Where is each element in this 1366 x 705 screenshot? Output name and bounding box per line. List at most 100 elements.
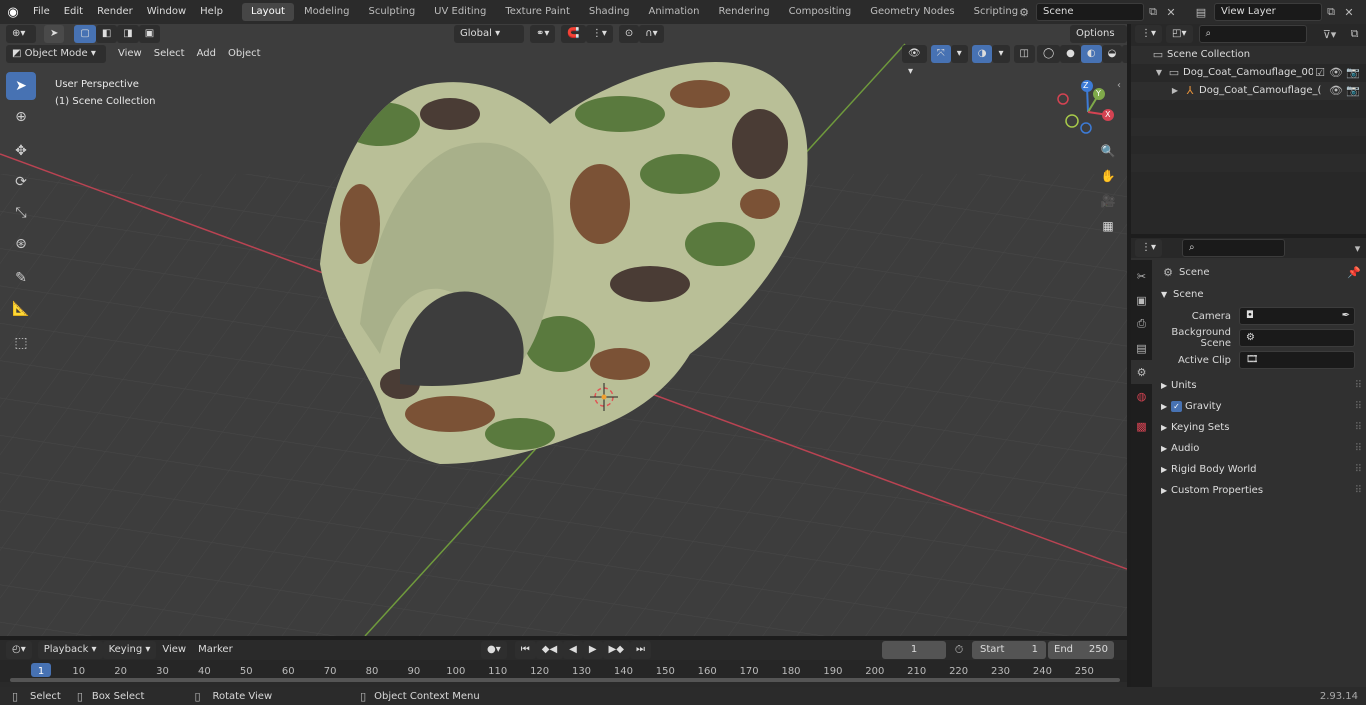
outliner-search-input[interactable]: ⌕ [1198, 25, 1307, 43]
snap-icon[interactable]: 🧲 [561, 25, 586, 43]
pivot-point-icon[interactable]: ⚭▾ [530, 25, 556, 43]
proportional-edit-icon[interactable]: ⊙ [618, 25, 640, 43]
record-icon[interactable]: ●▾ [481, 641, 507, 659]
scene-tab-icon[interactable]: ⚙ [1131, 360, 1152, 384]
outliner-row-scene-collection[interactable]: ▭ Scene Collection [1131, 46, 1366, 64]
tab-geometry-nodes[interactable]: Geometry Nodes [861, 3, 963, 21]
filter-icon[interactable]: ⊽▾ [1315, 28, 1345, 41]
prev-keyframe-icon[interactable]: ◆◀ [535, 641, 564, 659]
pin-icon[interactable]: 📌 [1346, 266, 1362, 279]
editor-type-icon[interactable]: ⊕▾ [6, 25, 36, 43]
menu-help[interactable]: Help [193, 0, 230, 24]
orientation-dropdown[interactable]: Global ▾ [454, 25, 524, 43]
gravity-panel-header[interactable]: ▶ ✓ Gravity ⠿ [1155, 396, 1362, 417]
blender-logo-icon[interactable]: ◉ [0, 5, 26, 20]
view-layer-tab-icon[interactable]: ▤ [1131, 336, 1152, 360]
mode-dropdown[interactable]: ◩ Object Mode ▾ [6, 45, 106, 63]
background-scene-field[interactable]: ⚙ [1239, 329, 1355, 347]
material-shading-icon[interactable]: ◐ [1080, 45, 1102, 63]
start-frame-field[interactable]: Start 1 [972, 641, 1046, 659]
active-tool-icon[interactable]: ➤ [44, 25, 65, 43]
falloff-icon[interactable]: ∩▾ [639, 25, 664, 43]
marker-menu[interactable]: Marker [192, 641, 239, 659]
expand-arrow-icon[interactable]: ▶ [1169, 82, 1181, 100]
play-reverse-icon[interactable]: ◀ [563, 641, 583, 659]
custom-properties-panel-header[interactable]: ▶ Custom Properties ⠿ [1155, 480, 1362, 501]
view-layer-field[interactable]: View Layer [1214, 3, 1322, 21]
tab-layout[interactable]: Layout [241, 3, 294, 21]
tab-uv-editing[interactable]: UV Editing [425, 3, 495, 21]
wireframe-shading-icon[interactable]: ◯ [1036, 45, 1061, 63]
drag-handle-icon[interactable]: ⠿ [1355, 396, 1362, 417]
overlay-menu-icon[interactable]: ▾ [992, 45, 1010, 63]
scene-name-field[interactable]: Scene [1036, 3, 1144, 21]
output-tab-icon[interactable]: ⎙ [1131, 312, 1152, 336]
menu-object[interactable]: Object [222, 45, 267, 63]
tab-animation[interactable]: Animation [640, 3, 709, 21]
visibility-icon[interactable]: 👁▾ [902, 45, 927, 77]
camera-field[interactable]: ◘ ✒ [1239, 307, 1355, 325]
tab-sculpting[interactable]: Sculpting [359, 3, 424, 21]
new-view-layer-icon[interactable]: ⧉ [1322, 5, 1340, 19]
select-mode-intersect-icon[interactable]: ▣ [138, 25, 161, 43]
timeline-ruler[interactable]: 1 10 20 30 40 50 60 70 80 90 100 110 120 130 140 150 160… [0, 660, 1127, 682]
tool-tab-icon[interactable]: ✂ [1131, 264, 1152, 288]
add-cube-tool-icon[interactable]: ⬚ [6, 329, 36, 357]
tab-shading[interactable]: Shading [580, 3, 639, 21]
jump-start-icon[interactable]: ⏮ [514, 641, 536, 659]
zoom-icon[interactable]: 🔍 [1097, 140, 1119, 162]
drag-handle-icon[interactable]: ⠿ [1355, 480, 1362, 501]
display-mode-icon[interactable]: ◰▾ [1166, 25, 1193, 43]
gizmo-toggle-icon[interactable]: ⤧ [930, 45, 951, 63]
select-box-tool-icon[interactable]: ➤ [6, 72, 36, 100]
transform-tool-icon[interactable]: ⊛ [6, 230, 36, 258]
eyedropper-icon[interactable]: ✒ [1342, 308, 1354, 324]
delete-view-layer-icon[interactable]: ✕ [1340, 6, 1358, 19]
active-clip-field[interactable]: 🎞 [1239, 351, 1355, 369]
overlay-toggle-icon[interactable]: ◑ [971, 45, 993, 63]
cursor-tool-icon[interactable]: ⊕ [6, 103, 36, 131]
outliner-editor-type-icon[interactable]: ⋮▾ [1135, 25, 1163, 43]
new-scene-icon[interactable]: ⧉ [1144, 5, 1162, 19]
menu-window[interactable]: Window [140, 0, 193, 24]
keying-sets-panel-header[interactable]: ▶ Keying Sets ⠿ [1155, 417, 1362, 438]
select-mode-subtract-icon[interactable]: ◨ [117, 25, 139, 43]
expand-arrow-icon[interactable]: ▼ [1153, 64, 1165, 82]
current-frame-field[interactable]: 1 [882, 641, 946, 659]
annotate-tool-icon[interactable]: ✎ [6, 264, 36, 292]
end-frame-field[interactable]: End 250 [1048, 641, 1114, 659]
menu-select[interactable]: Select [148, 45, 191, 63]
properties-search-input[interactable]: ⌕ [1182, 239, 1286, 257]
new-collection-icon[interactable]: ⧉ [1345, 27, 1365, 41]
view-layer-icon[interactable]: ▤ [1188, 6, 1214, 19]
scene-icon[interactable]: ⚙ [1012, 6, 1036, 19]
eye-visibility-icon[interactable]: 👁 [1327, 64, 1345, 82]
timeline-view-menu[interactable]: View [156, 641, 192, 659]
editor-type-selector[interactable]: ⊕▾ [6, 25, 36, 43]
3d-viewport[interactable]: Z Y X ⊕▾ ➤ ▢ ◧ ◨ ▣ Global ▾ ⚭▾ 🧲 ⋮▾ ⊙ ∩▾… [0, 24, 1127, 636]
tab-rendering[interactable]: Rendering [709, 3, 778, 21]
menu-render[interactable]: Render [90, 0, 140, 24]
options-dropdown[interactable]: Options ▾ [1070, 25, 1127, 57]
menu-view[interactable]: View [112, 45, 148, 63]
properties-editor-type-icon[interactable]: ⋮▾ [1135, 239, 1163, 257]
menu-add[interactable]: Add [191, 45, 222, 63]
viewport-scene[interactable] [0, 24, 1127, 636]
exclude-checkbox-icon[interactable]: ☑ [1313, 64, 1327, 82]
xray-icon[interactable]: ◫ [1013, 45, 1035, 63]
perspective-toggle-icon[interactable]: ▦ [1097, 215, 1119, 237]
stopwatch-icon[interactable]: ⏱ [946, 643, 972, 657]
select-mode-extend-icon[interactable]: ◧ [95, 25, 118, 43]
timeline-scrollbar[interactable] [10, 678, 1120, 682]
eye-visibility-icon[interactable]: 👁 [1327, 82, 1345, 100]
delete-scene-icon[interactable]: ✕ [1162, 6, 1180, 19]
rotate-tool-icon[interactable]: ⟳ [6, 168, 36, 196]
tab-modeling[interactable]: Modeling [295, 3, 359, 21]
solid-shading-icon[interactable]: ● [1060, 45, 1081, 63]
menu-file[interactable]: File [26, 0, 57, 24]
move-tool-icon[interactable]: ✥ [6, 137, 36, 165]
drag-handle-icon[interactable]: ⠿ [1355, 375, 1362, 396]
tab-texture-paint[interactable]: Texture Paint [496, 3, 579, 21]
render-camera-icon[interactable]: 📷 [1345, 64, 1361, 82]
audio-panel-header[interactable]: ▶ Audio ⠿ [1155, 438, 1362, 459]
